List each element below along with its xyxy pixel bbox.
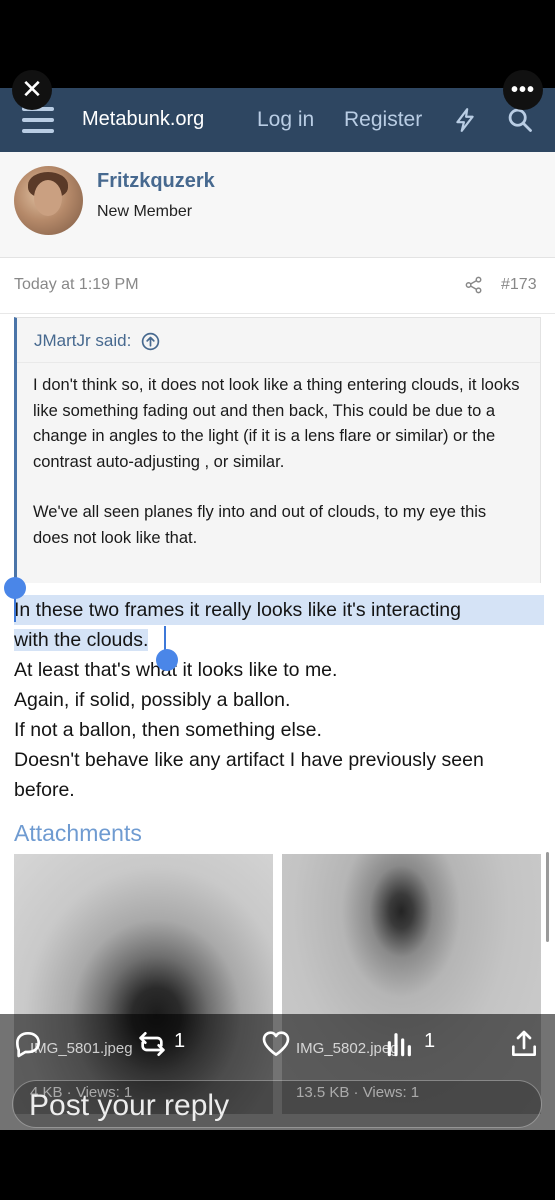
jump-to-quote-icon[interactable]	[141, 332, 160, 351]
like-icon[interactable]	[260, 1028, 292, 1060]
retweet-icon[interactable]	[136, 1028, 168, 1060]
avatar[interactable]	[14, 166, 83, 235]
scrollbar[interactable]	[546, 852, 549, 942]
views-count: 1	[424, 1030, 436, 1052]
attachment-filename[interactable]: IMG_5801.jpeg	[30, 1040, 133, 1057]
quote-block: JMartJr said: I don't think so, it does …	[14, 317, 541, 583]
post-line-selected[interactable]: with the clouds.	[14, 625, 544, 655]
post-line: Again, if solid, possibly a ballon.	[14, 689, 291, 711]
site-navbar: Metabunk.org Log in Register	[0, 88, 555, 152]
author-name[interactable]: Fritzkquzerk	[97, 170, 215, 193]
selection-end-handle[interactable]	[156, 649, 178, 671]
thread-content: Fritzkquzerk New Member Today at 1:19 PM…	[0, 152, 555, 1130]
site-brand[interactable]: Metabunk.org	[82, 108, 204, 131]
post-line: before.	[14, 779, 75, 801]
quote-author[interactable]: JMartJr said:	[34, 331, 131, 351]
reply-icon[interactable]	[12, 1028, 44, 1060]
post-number[interactable]: #173	[501, 276, 537, 294]
post-body: In these two frames it really looks like…	[14, 595, 544, 805]
quote-paragraph: I don't think so, it does not look like …	[33, 376, 520, 471]
reply-placeholder: Post your reply	[29, 1089, 230, 1122]
post-line: Doesn't behave like any artifact I have …	[14, 749, 484, 771]
author-panel: Fritzkquzerk New Member	[0, 152, 555, 258]
post-meta: Today at 1:19 PM #173	[0, 258, 555, 314]
quote-paragraph: We've all seen planes fly into and out o…	[33, 503, 487, 547]
selection-start-handle[interactable]	[4, 577, 26, 599]
attachments-heading: Attachments	[14, 820, 142, 846]
share-icon[interactable]	[465, 276, 483, 294]
search-icon[interactable]	[506, 106, 534, 134]
register-link[interactable]: Register	[344, 108, 422, 132]
quote-header[interactable]: JMartJr said:	[34, 331, 160, 351]
close-icon[interactable]: ✕	[12, 70, 52, 110]
post-timestamp[interactable]: Today at 1:19 PM	[14, 276, 139, 294]
whats-new-icon[interactable]	[452, 106, 478, 134]
bottom-safe-area	[0, 1130, 555, 1200]
more-icon[interactable]: •••	[503, 70, 543, 110]
post-line: At least that's what it looks like to me…	[14, 659, 338, 681]
views-icon[interactable]	[384, 1028, 416, 1060]
selection-start-caret	[14, 596, 16, 622]
quote-body: I don't think so, it does not look like …	[17, 362, 540, 583]
post-line-selected[interactable]: In these two frames it really looks like…	[14, 595, 544, 625]
author-role: New Member	[97, 203, 193, 220]
retweet-count: 1	[174, 1030, 186, 1052]
post-line: If not a ballon, then something else.	[14, 719, 322, 741]
login-link[interactable]: Log in	[257, 108, 314, 132]
reply-input[interactable]: Post your reply	[12, 1080, 542, 1128]
share-icon[interactable]	[508, 1028, 540, 1060]
status-area	[0, 0, 555, 88]
